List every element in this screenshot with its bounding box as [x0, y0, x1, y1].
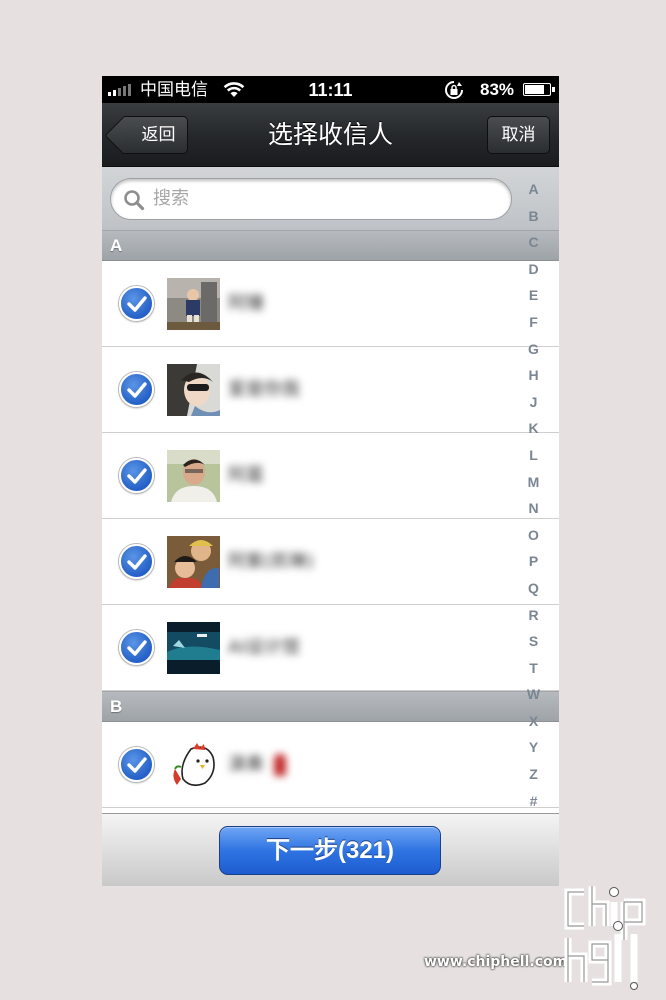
battery-fill	[525, 85, 544, 94]
checkmark-icon	[127, 640, 147, 656]
index-letter[interactable]: J	[530, 393, 538, 411]
contact-name: 爱是你我	[228, 379, 300, 400]
contact-row[interactable]: 阿葛	[102, 433, 559, 519]
index-letter[interactable]: E	[529, 286, 538, 304]
checkbox-checked[interactable]	[119, 458, 154, 493]
section-header-a: A	[102, 230, 559, 261]
index-letter[interactable]: Z	[529, 765, 538, 783]
contact-row[interactable]: 阿紫(凯琳)	[102, 519, 559, 605]
index-letter[interactable]: C	[528, 233, 538, 251]
index-letter[interactable]: G	[528, 340, 539, 358]
rotation-lock-icon	[445, 81, 463, 99]
contact-row[interactable]: 阿锤	[102, 261, 559, 347]
index-letter[interactable]: Q	[528, 579, 539, 597]
contact-name: 阿锤	[228, 293, 264, 314]
checkmark-icon	[127, 468, 147, 484]
index-letter[interactable]: S	[529, 632, 538, 650]
bottom-toolbar: 下一步(321)	[102, 813, 559, 886]
contact-name: 演奏	[228, 722, 286, 808]
cancel-button[interactable]: 取消	[487, 116, 550, 154]
index-letter[interactable]: #	[530, 792, 538, 810]
chiphell-logo	[564, 886, 646, 990]
contact-list: A 阿锤 爱是你我 阿葛 阿紫(凯琳) AI设计馆 B 演奏	[102, 230, 559, 828]
avatar	[167, 364, 220, 416]
status-bar: 中国电信 11:11 83%	[102, 76, 559, 103]
index-letter[interactable]: N	[528, 499, 538, 517]
back-button-wrapper: 返回	[102, 103, 202, 167]
avatar	[167, 450, 220, 502]
index-letter[interactable]: P	[529, 552, 538, 570]
navigation-bar: 选择收信人 返回 取消	[102, 103, 559, 167]
avatar	[167, 278, 220, 330]
index-letter[interactable]: W	[527, 685, 540, 703]
phone-screen: 中国电信 11:11 83% 选择收信人 返回 取消 搜索 A 阿锤 爱是你我 …	[102, 76, 559, 886]
checkmark-icon	[127, 757, 147, 773]
checkmark-icon	[127, 554, 147, 570]
avatar	[167, 622, 220, 674]
avatar	[167, 739, 220, 791]
checkmark-icon	[127, 382, 147, 398]
index-letter[interactable]: M	[528, 473, 540, 491]
index-letter[interactable]: H	[528, 366, 538, 384]
checkbox-checked[interactable]	[119, 747, 154, 782]
checkbox-checked[interactable]	[119, 372, 154, 407]
battery-percentage: 83%	[480, 80, 515, 99]
index-letter[interactable]: F	[529, 313, 538, 331]
index-letter[interactable]: A	[528, 180, 538, 198]
index-letter[interactable]: B	[528, 207, 538, 225]
index-letter[interactable]: X	[529, 712, 538, 730]
contact-name: 阿紫(凯琳)	[228, 551, 315, 572]
checkbox-checked[interactable]	[119, 630, 154, 665]
checkbox-checked[interactable]	[119, 286, 154, 321]
battery-icon	[523, 83, 555, 96]
index-letter[interactable]: O	[528, 526, 539, 544]
search-bar: 搜索	[102, 167, 559, 230]
checkmark-icon	[127, 296, 147, 312]
index-letter[interactable]: T	[529, 659, 538, 677]
search-placeholder: 搜索	[153, 188, 189, 209]
contact-row[interactable]: 爱是你我	[102, 347, 559, 433]
contact-row[interactable]: 演奏	[102, 722, 559, 808]
contact-name: 阿葛	[228, 465, 264, 486]
search-icon	[124, 190, 145, 211]
checkbox-checked[interactable]	[119, 544, 154, 579]
index-letter[interactable]: L	[529, 446, 538, 464]
index-letter[interactable]: R	[528, 606, 538, 624]
contact-name-text: 演奏	[228, 754, 264, 775]
index-letter[interactable]: D	[528, 260, 538, 278]
back-button[interactable]: 返回	[124, 116, 188, 154]
contact-row[interactable]: AI设计馆	[102, 605, 559, 691]
search-input[interactable]: 搜索	[110, 178, 512, 220]
next-step-button[interactable]: 下一步(321)	[219, 826, 441, 875]
watermark-url: www.chiphell.com	[424, 954, 568, 970]
index-letter[interactable]: Y	[529, 738, 538, 756]
avatar	[167, 536, 220, 588]
section-header-b: B	[102, 691, 559, 722]
section-index-bar[interactable]: A B C D E F G H J K L M N O P Q R S T W X Y Z #	[520, 180, 547, 810]
contact-name: AI设计馆	[228, 637, 300, 658]
name-emoji-decoration	[274, 754, 286, 776]
index-letter[interactable]: K	[528, 419, 538, 437]
